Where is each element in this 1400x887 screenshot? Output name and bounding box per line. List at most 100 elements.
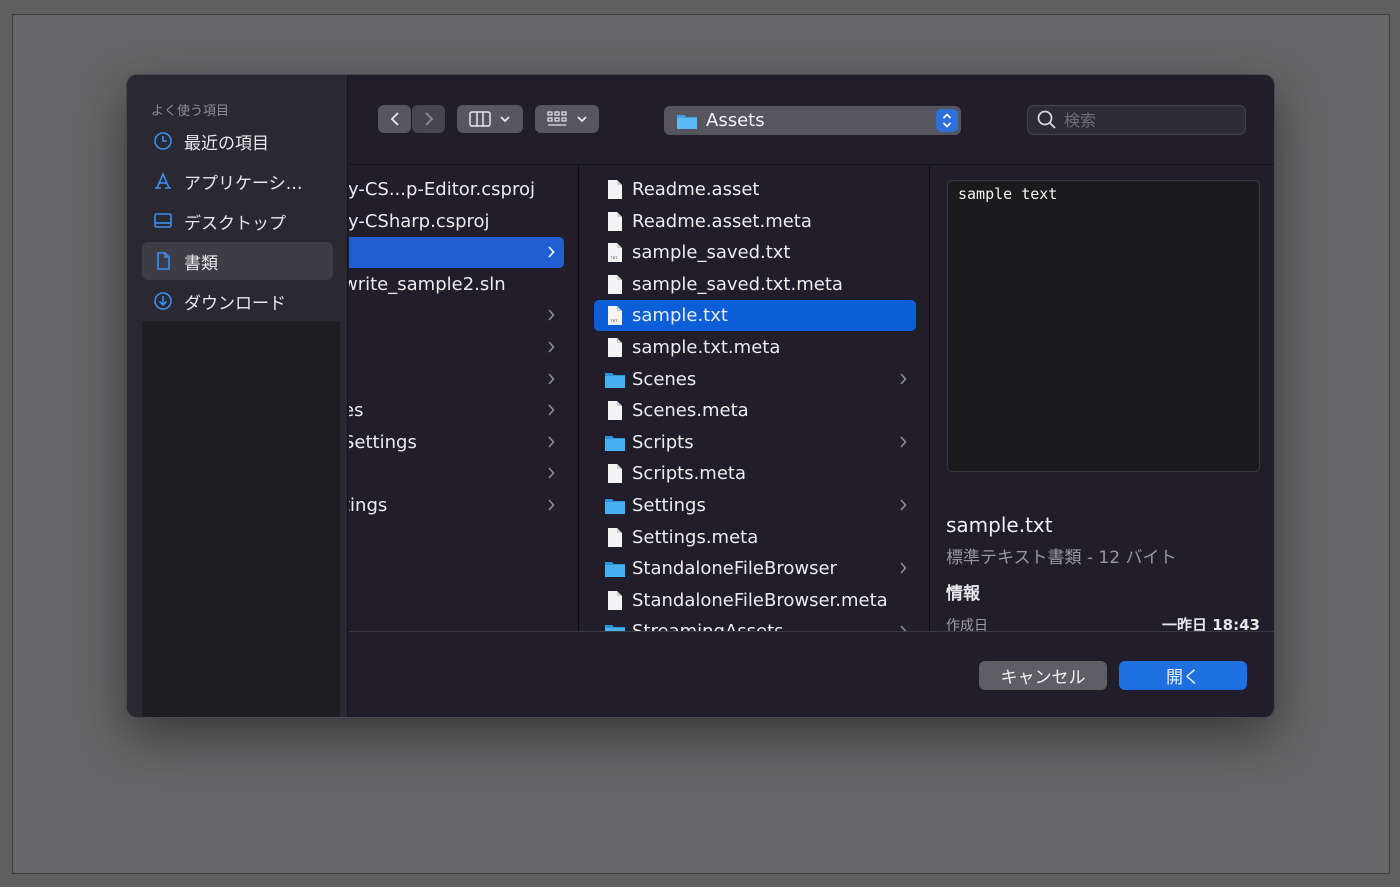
browser-column-parent[interactable]: ly-CS...p-Editor.csproj ly-CSharp.csproj w… [349,166,579,631]
list-item-icon [604,526,626,548]
chevron-down-icon [500,116,510,123]
list-item[interactable]: ly-CS...p-Editor.csproj [349,174,564,205]
sidebar: よく使う項目 最近の項目 アプリケーシ… デスクトップ 書類 ダウンロード [127,75,348,717]
group-button[interactable] [535,105,599,133]
svg-text:TXT: TXT [610,319,619,323]
list-item[interactable] [349,300,564,331]
list-item-label: StandaloneFileBrowser.meta [632,589,888,611]
list-item[interactable]: Scripts.meta [594,458,916,489]
chevron-right-icon [548,404,555,416]
chevron-right-icon [548,373,555,385]
list-item[interactable]: sample_saved.txt.meta [594,269,916,300]
sidebar-item-label: ダウンロード [184,293,286,314]
list-item-label: tings [349,495,388,516]
open-file-dialog: よく使う項目 最近の項目 アプリケーシ… デスクトップ 書類 ダウンロード As… [126,74,1275,718]
folder-icon [605,562,625,578]
list-item[interactable]: StandaloneFileBrowser [594,553,916,584]
list-item-label: Scripts.meta [632,463,747,485]
list-item-icon [604,179,626,201]
file-icon [608,180,622,199]
document-icon [152,250,174,272]
file-icon [608,211,622,231]
back-button[interactable] [378,105,411,133]
search-field[interactable] [1027,105,1246,135]
list-item[interactable]: Readme.asset [594,174,916,205]
bottom-bar: キャンセル 開く [349,631,1274,717]
sidebar-item-documents[interactable]: 書類 [142,242,333,280]
file-icon [608,401,622,421]
list-item-icon [604,273,626,295]
chevron-right-icon [548,499,555,511]
list-item[interactable]: Settings [594,490,916,521]
forward-button[interactable] [412,105,445,133]
text-file-icon: TXT [608,243,622,263]
browser-column-assets[interactable]: Readme.asset Readme.asset.meta TXT sample_s… [580,166,930,631]
preview-pane: sample text sample.txt 標準テキスト書類 - 12 バイト… [931,166,1274,631]
list-item-label: ly-CSharp.csproj [349,210,490,232]
list-item-icon [604,210,626,232]
folder-icon [677,114,697,129]
desktop-icon [152,210,174,232]
svg-text:TXT: TXT [610,256,619,260]
list-item-label: StandaloneFileBrowser [632,558,837,580]
list-item[interactable] [349,332,564,363]
sidebar-item-recents[interactable]: 最近の項目 [142,122,333,160]
chevron-left-icon [390,112,399,126]
view-mode-button[interactable] [457,105,523,133]
list-item[interactable]: es [349,395,564,426]
list-item[interactable]: Scenes [594,364,916,395]
location-label: Assets [706,110,765,131]
chevron-right-icon [424,112,433,126]
list-item[interactable]: Settings [349,427,564,458]
file-icon [608,274,622,294]
file-icon [608,590,622,610]
sidebar-item-downloads[interactable]: ダウンロード [142,282,333,320]
sidebar-item-label: 最近の項目 [184,133,269,154]
list-item[interactable]: tings [349,490,564,521]
chevron-right-icon [900,625,907,631]
location-popup[interactable]: Assets [664,106,961,135]
list-item-label: es [349,400,364,422]
grid-icon [547,111,567,126]
list-item-icon [604,368,626,390]
list-item-icon [604,558,626,580]
list-item-icon [604,337,626,359]
list-item[interactable]: Scripts [594,427,916,458]
sidebar-item-desktop[interactable]: デスクトップ [142,202,333,240]
sidebar-empty-area [142,321,340,717]
list-item-label: sample.txt [632,305,728,327]
list-item-label: Settings [349,431,417,453]
list-item[interactable]: write_sample2.sln [349,269,564,300]
list-item[interactable]: TXT sample_saved.txt [594,237,916,268]
list-item[interactable]: Settings.meta [594,522,916,553]
list-item[interactable]: Readme.asset.meta [594,206,916,237]
list-item[interactable]: StreamingAssets [594,616,916,631]
list-item[interactable] [349,458,564,489]
cancel-button[interactable]: キャンセル [979,661,1107,690]
preview-content: sample text [947,180,1260,472]
file-icon [608,464,622,484]
list-item[interactable] [349,364,564,395]
list-item-label: write_sample2.sln [349,273,506,295]
folder-icon [605,435,625,451]
list-item[interactable]: Scenes.meta [594,395,916,426]
file-icon [608,338,622,357]
list-item[interactable] [349,237,564,269]
preview-created-label: 作成日 [946,618,988,631]
preview-created-value: 一昨日 18:43 [1162,616,1260,631]
chevron-right-icon [548,341,555,353]
list-item[interactable]: ly-CSharp.csproj [349,206,564,237]
applications-icon [152,170,174,192]
open-button[interactable]: 開く [1119,661,1247,690]
chevron-right-icon [548,246,555,258]
list-item[interactable]: sample.txt.meta [594,332,916,363]
list-item[interactable]: StandaloneFileBrowser.meta [594,585,916,616]
clock-icon [152,130,174,152]
search-input[interactable] [1064,110,1234,130]
list-item[interactable]: TXT sample.txt [594,300,916,332]
search-icon [1037,110,1056,129]
list-item-label: Readme.asset [632,179,760,200]
sidebar-item-applications[interactable]: アプリケーシ… [142,162,333,200]
folder-icon [605,372,625,388]
preview-filename: sample.txt [946,513,1053,537]
